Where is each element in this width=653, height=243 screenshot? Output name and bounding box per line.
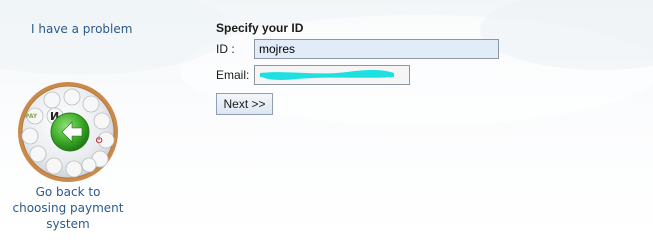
form-title: Specify your ID <box>216 21 304 35</box>
id-input[interactable] <box>254 39 499 59</box>
svg-text:⏻: ⏻ <box>96 136 103 145</box>
next-button[interactable]: Next >> <box>216 93 273 115</box>
email-input[interactable] <box>254 65 410 85</box>
id-label: ID : <box>216 42 235 56</box>
back-to-payment-link[interactable]: Go back to choosing payment system <box>8 184 128 232</box>
back-to-payment-button[interactable]: PAY И ⏻ <box>16 80 120 184</box>
email-label: Email: <box>216 68 250 82</box>
svg-text:PAY: PAY <box>25 113 38 120</box>
problem-link[interactable]: I have a problem <box>31 22 132 36</box>
payment-systems-badge-icon: PAY И ⏻ <box>18 82 118 182</box>
